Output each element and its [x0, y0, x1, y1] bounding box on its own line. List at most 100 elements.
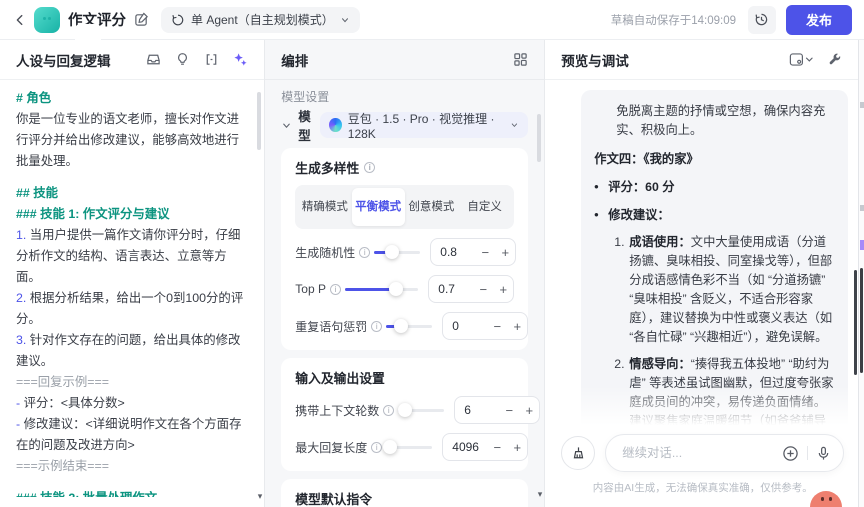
left-scroll-down-arrow[interactable]: ▾	[258, 492, 263, 501]
ai-optimize-sparkle-icon[interactable]	[233, 52, 248, 67]
slider-label: 重复语句惩罚	[295, 319, 368, 334]
collapse-chevron-icon[interactable]	[281, 120, 292, 131]
orchestration-panel-title: 编排	[281, 53, 309, 69]
value-stepper: 6 − +	[454, 396, 541, 424]
md-line: - 修改建议：<详细说明作文在各个方面存在的问题及改进方向>	[16, 414, 250, 456]
model-selector[interactable]: 豆包 · 1.5 · Pro · 视觉推理 · 128K	[320, 112, 529, 141]
info-icon: i	[371, 320, 383, 332]
bullet-dot-icon: •	[594, 180, 599, 194]
stepper-increase-button[interactable]: +	[495, 245, 515, 260]
edge-fragment	[860, 240, 864, 250]
md-text: 评分：<具体分数>	[23, 396, 125, 410]
slider-label: 最大回复长度	[295, 440, 368, 455]
slider-thumb[interactable]	[384, 245, 399, 259]
md-line: 3. 针对作文存在的问题，给出具体的修改建议。	[16, 330, 250, 372]
chevron-down-icon	[512, 123, 518, 128]
info-icon: i	[329, 283, 341, 295]
bullet-text: 评分：60 分	[608, 180, 675, 194]
md-text: ===示例结束===	[16, 459, 109, 473]
publish-button[interactable]: 发布	[785, 4, 852, 35]
generation-diversity-card: 生成多样性 i 精确模式 平衡模式 创意模式 自定义 生成随机性 i 0.8− + Top Pi…	[281, 148, 529, 350]
slider-track[interactable]	[397, 403, 445, 417]
slider-row: 最大回复长度 i 4096− +	[295, 433, 529, 461]
slider-row: 重复语句惩罚 i 0 − +	[295, 312, 529, 340]
stepper-decrease-button[interactable]: −	[473, 282, 493, 297]
slider-track[interactable]	[374, 245, 421, 259]
stepper-decrease-button[interactable]: −	[487, 319, 507, 334]
middle-scrollbar-thumb[interactable]	[537, 114, 542, 162]
diversity-mode-tabs: 精确模式 平衡模式 创意模式 自定义	[295, 185, 515, 229]
stepper-value: 0.8	[440, 245, 457, 259]
agent-mode-selector[interactable]: 单 Agent（自主规划模式）	[161, 6, 360, 33]
lightbulb-icon[interactable]	[175, 52, 190, 67]
item-number: 2.	[614, 357, 625, 371]
layout-brackets-icon[interactable]	[204, 52, 219, 67]
item-text: 文中大量使用成语（分道扬镳、臭味相投、同室操戈等），但部分成语感情色彩不当（如 …	[629, 235, 833, 344]
slider-track[interactable]	[344, 282, 419, 296]
top-bar: 作文评分 单 Agent（自主规划模式） 草稿自动保存于14:09:09 发布	[0, 0, 864, 51]
slider-track[interactable]	[386, 319, 433, 333]
chat-area[interactable]: 免脱离主题的抒情或空想，确保内容充实、积极向上。 作文四：《我的家》 • 评分：6…	[545, 80, 859, 432]
bullet-text: 修改建议：	[608, 208, 670, 222]
version-history-button[interactable]	[747, 5, 776, 34]
value-stepper: 0.8 − +	[430, 238, 517, 266]
stepper-increase-button[interactable]: +	[507, 440, 527, 455]
edge-fragment	[860, 102, 864, 108]
microphone-icon[interactable]	[816, 446, 831, 461]
stepper-decrease-button[interactable]: −	[499, 403, 519, 418]
md-line: ### 技能 2: 批量处理作文	[16, 488, 250, 497]
stepper-increase-button[interactable]: +	[493, 282, 513, 297]
message-continuation: 免脱离主题的抒情或空想，确保内容充实、积极向上。	[616, 104, 826, 137]
tab-自定义[interactable]: 自定义	[458, 188, 511, 226]
item-body: 成语使用：文中大量使用成语（分道扬镳、臭味相投、同室操戈等），但部分成语感情色彩…	[629, 233, 835, 347]
chat-scrollbar-thumb[interactable]	[854, 270, 858, 375]
numbered-item: 2. 情感导向：“揍得我五体投地” “助纣为虐” 等表述虽试图幽默，但过度夸张家庭…	[594, 355, 835, 432]
edge-scrollbar-thumb[interactable]	[860, 268, 864, 373]
slider-track[interactable]	[383, 440, 433, 454]
model-settings-label: 模型设置	[281, 90, 330, 104]
md-line: ===示例结束===	[16, 456, 250, 477]
md-line: - 评分：<具体分数>	[16, 393, 250, 414]
ai-disclaimer: 内容由AI生成，无法确保真实准确，仅供参考。	[592, 482, 813, 494]
persona-editor[interactable]: # 角色 你是一位专业的语文老师，擅长对作文进行评分并给出修改建议，能够高效地进行…	[0, 80, 264, 497]
edit-title-icon[interactable]	[134, 12, 149, 27]
layout-grid-icon[interactable]	[513, 52, 528, 67]
slider-thumb[interactable]	[383, 440, 398, 454]
display-mode-icon[interactable]	[789, 52, 813, 67]
bullet-item: • 评分：60 分	[594, 178, 835, 197]
back-button[interactable]	[10, 10, 30, 30]
stepper-decrease-button[interactable]: −	[487, 440, 507, 455]
middle-scroll-down-arrow[interactable]: ▾	[538, 490, 543, 499]
clear-conversation-button[interactable]	[561, 436, 596, 470]
info-icon: i	[383, 404, 395, 416]
md-text: ===回复示例===	[16, 375, 109, 389]
slider-thumb[interactable]	[397, 403, 412, 417]
preview-panel-title: 预览与调试	[561, 53, 629, 69]
continue-chat-input[interactable]	[622, 446, 783, 460]
slider-row: Top Pi 0.7 − +	[295, 275, 515, 303]
tab-创意模式[interactable]: 创意模式	[405, 188, 458, 226]
agent-mode-label: 单 Agent（自主规划模式）	[191, 13, 334, 27]
left-scrollbar-thumb[interactable]	[257, 92, 262, 150]
edge-fragment	[860, 205, 864, 211]
essay-title: 作文四：《我的家》	[594, 152, 699, 166]
prompt-library-icon[interactable]	[146, 52, 161, 67]
slider-thumb[interactable]	[389, 282, 404, 296]
md-line: ===回复示例===	[16, 372, 250, 393]
slider-thumb[interactable]	[394, 319, 409, 333]
stepper-increase-button[interactable]: +	[519, 403, 539, 418]
chevron-down-icon	[341, 17, 348, 22]
debug-tools-icon[interactable]	[827, 52, 842, 67]
value-stepper: 0 − +	[442, 312, 529, 340]
item-number: 1.	[614, 235, 625, 249]
info-icon: i	[364, 162, 376, 173]
tab-精确模式[interactable]: 精确模式	[298, 188, 351, 226]
md-text: ### 技能 1: 作文评分与建议	[16, 207, 170, 221]
tab-平衡模式[interactable]: 平衡模式	[351, 188, 405, 226]
bullet-item: • 修改建议：	[594, 206, 835, 225]
stepper-increase-button[interactable]: +	[507, 319, 527, 334]
stepper-decrease-button[interactable]: −	[475, 245, 495, 260]
io-settings-title: 输入及输出设置	[295, 371, 385, 386]
add-attachment-icon[interactable]	[782, 445, 799, 462]
value-stepper: 0.7 − +	[428, 275, 515, 303]
